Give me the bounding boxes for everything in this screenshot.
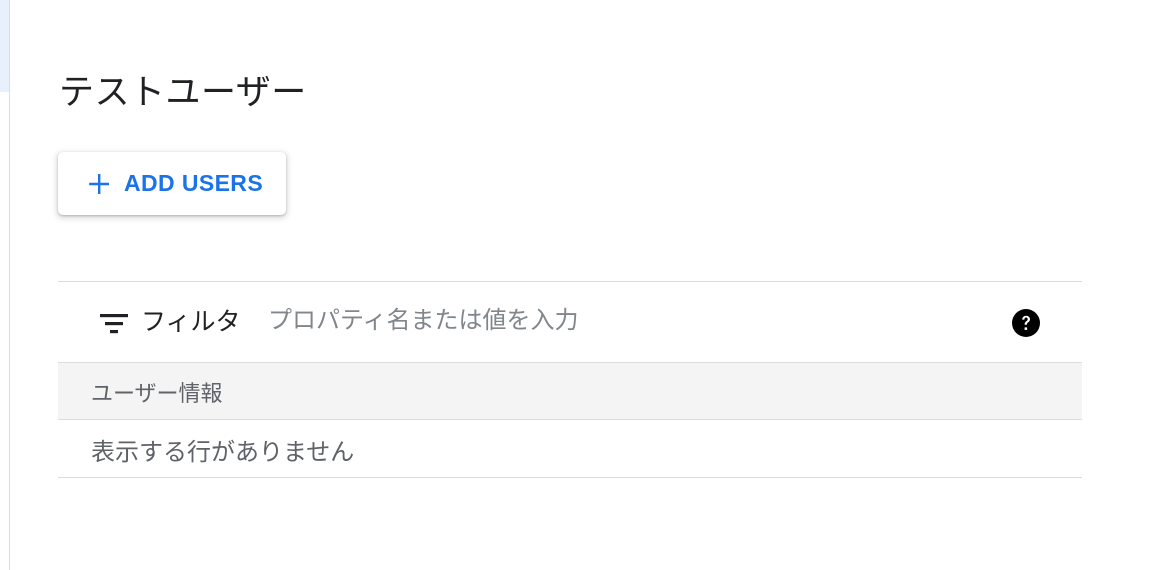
page-title: テストユーザー [59,73,307,114]
empty-state-message: 表示する行がありません [91,438,355,466]
column-header-user-info[interactable]: ユーザー情報 [91,376,223,408]
empty-table-row: 表示する行がありません [58,420,1082,478]
table-header-row: ユーザー情報 [58,363,1082,420]
filter-list-icon[interactable] [100,312,128,334]
test-users-table: フィルタ ユーザー情報 表示する行がありません [58,281,1082,478]
filter-bar: フィルタ [58,282,1082,363]
left-navigation-rail [0,0,10,570]
help-icon[interactable] [1012,309,1040,337]
add-users-label: ADD USERS [124,170,264,196]
filter-label: フィルタ [141,307,241,336]
plus-icon [89,173,109,194]
add-users-button[interactable]: ADD USERS [58,152,286,215]
filter-input[interactable] [268,300,968,340]
rail-active-highlight [0,0,9,92]
